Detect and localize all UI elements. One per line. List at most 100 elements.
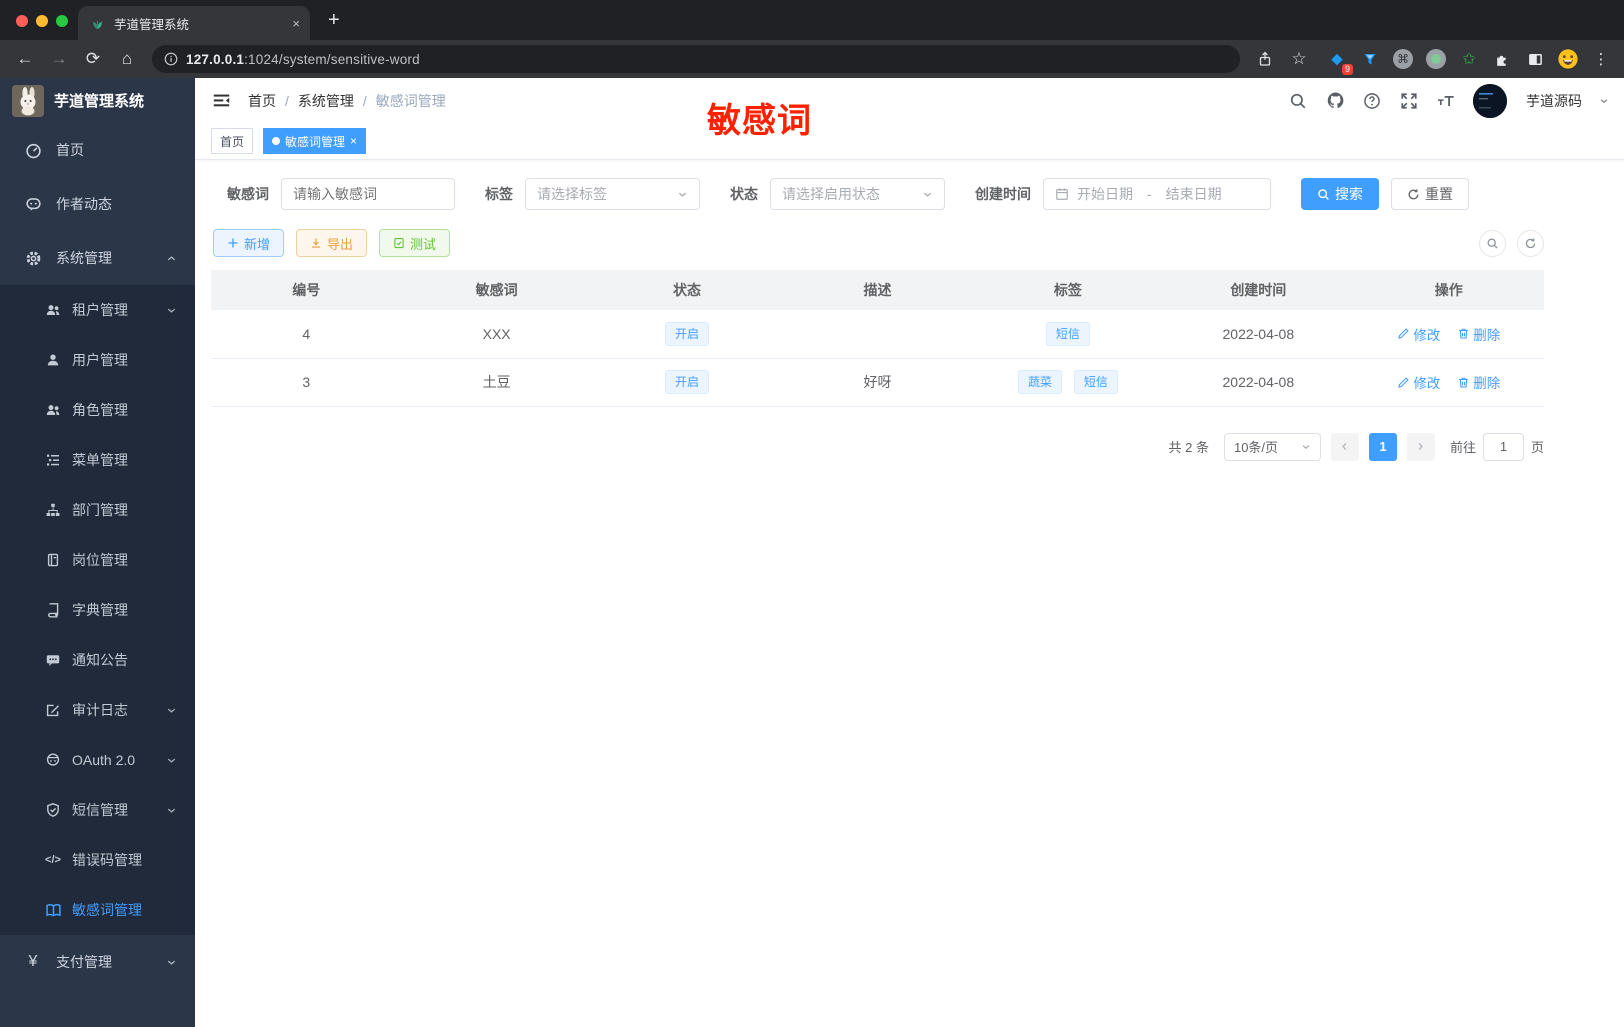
sidebar-item-sensitive-word[interactable]: 敏感词管理	[0, 885, 195, 935]
sensitive-word-table: 编号 敏感词 状态 描述 标签 创建时间 操作 4 XXX 开启 短信 2022…	[211, 270, 1544, 407]
test-button[interactable]: 测试	[379, 229, 451, 257]
edit-link[interactable]: 修改	[1397, 324, 1440, 344]
site-info-icon[interactable]	[164, 52, 178, 66]
bookmark-star-icon[interactable]: ☆	[1284, 45, 1314, 73]
pagination: 共 2 条 10条/页 1 前往 1 页	[211, 432, 1544, 461]
home-icon[interactable]: ⌂	[112, 45, 142, 73]
ext-funnel-icon[interactable]	[1357, 46, 1383, 72]
sidebar-item-dept[interactable]: 部门管理	[0, 485, 195, 535]
close-window-button[interactable]	[16, 15, 28, 27]
sidebar-item-label: 用户管理	[72, 352, 128, 368]
back-icon[interactable]: ←	[10, 45, 40, 73]
edit-link[interactable]: 修改	[1397, 372, 1440, 392]
breadcrumb-home[interactable]: 首页	[248, 91, 276, 111]
tag-select[interactable]: 请选择标签	[525, 178, 700, 210]
chevron-down-icon	[166, 805, 177, 816]
cell-create-time: 2022-04-08	[1163, 358, 1354, 407]
add-button[interactable]: 新增	[213, 229, 285, 257]
goto-page-input[interactable]	[1482, 432, 1524, 461]
search-button[interactable]: 搜索	[1301, 178, 1379, 210]
sidebar-item-oauth[interactable]: OAuth 2.0	[0, 735, 195, 785]
prev-page-button[interactable]	[1330, 432, 1359, 461]
collapse-sidebar-icon[interactable]	[210, 90, 232, 112]
ext-star-icon[interactable]: ✩	[1456, 46, 1482, 72]
minimize-window-button[interactable]	[36, 15, 48, 27]
sidebar-logo[interactable]: 芋道管理系统	[0, 78, 195, 123]
sidebar-item-author-news[interactable]: 作者动态	[0, 177, 195, 231]
sidebar-item-system[interactable]: 系统管理	[0, 231, 195, 285]
sidebar-item-label: 短信管理	[72, 802, 128, 818]
chevron-down-icon	[166, 957, 177, 968]
fullscreen-icon[interactable]	[1399, 91, 1419, 111]
sidebar-item-audit-log[interactable]: 审计日志	[0, 685, 195, 735]
ext-emoji-avatar-icon[interactable]	[1555, 46, 1581, 72]
col-description: 描述	[782, 270, 973, 310]
sidebar-item-notice[interactable]: 通知公告	[0, 635, 195, 685]
reset-button[interactable]: 重置	[1391, 178, 1469, 210]
ext-sidepanel-icon[interactable]	[1522, 46, 1548, 72]
username-text[interactable]: 芋道源码	[1526, 91, 1582, 111]
keyword-input[interactable]	[281, 178, 455, 210]
sidebar-item-post[interactable]: 岗位管理	[0, 535, 195, 585]
delete-link[interactable]: 删除	[1457, 324, 1500, 344]
ext-puzzle-icon[interactable]	[1489, 46, 1515, 72]
sidebar-item-label: 岗位管理	[72, 552, 128, 568]
new-tab-button[interactable]: +	[328, 6, 340, 34]
chevron-down-icon[interactable]	[1599, 96, 1609, 106]
notice-icon	[44, 651, 62, 669]
sidebar-item-label: 部门管理	[72, 502, 128, 518]
sidebar-item-user[interactable]: 用户管理	[0, 335, 195, 385]
search-icon[interactable]	[1288, 91, 1308, 111]
breadcrumb-current: 敏感词管理	[375, 92, 446, 109]
sidebar-item-label: 菜单管理	[72, 452, 128, 468]
tab-sensitive-word[interactable]: 敏感词管理 ×	[263, 128, 367, 154]
sidebar-item-errcode[interactable]: </> 错误码管理	[0, 835, 195, 885]
maximize-window-button[interactable]	[56, 15, 68, 27]
refresh-search-icon[interactable]	[1479, 229, 1506, 257]
sidebar-item-home[interactable]: 首页	[0, 123, 195, 177]
browser-tab[interactable]: 芋道管理系统 ×	[78, 6, 310, 40]
delete-link[interactable]: 删除	[1457, 372, 1500, 392]
reload-icon[interactable]: ⟳	[78, 45, 108, 73]
breadcrumb-system[interactable]: 系统管理	[298, 91, 354, 111]
sidebar-item-dict[interactable]: 字典管理	[0, 585, 195, 635]
tag-badge: 短信	[1073, 370, 1118, 394]
active-dot	[272, 137, 281, 145]
page-number-button[interactable]: 1	[1368, 432, 1397, 461]
dict-icon	[44, 601, 62, 619]
col-tags: 标签	[972, 270, 1164, 310]
help-icon[interactable]	[1362, 91, 1382, 111]
sidebar-item-tenant[interactable]: 租户管理	[0, 285, 195, 335]
date-separator: -	[1147, 186, 1152, 202]
ext-diamond-icon[interactable]: ◆ 9	[1324, 46, 1353, 75]
total-count: 共 2 条	[1168, 440, 1209, 455]
close-tab-icon[interactable]: ×	[292, 16, 300, 31]
github-icon[interactable]	[1325, 91, 1345, 111]
status-select[interactable]: 请选择启用状态	[770, 178, 945, 210]
page-unit-label: 页	[1530, 440, 1544, 455]
sidebar-item-pay[interactable]: ¥ 支付管理	[0, 935, 195, 989]
refresh-table-icon[interactable]	[1517, 229, 1544, 257]
table-toolbar: 新增 导出 测试	[211, 229, 1544, 257]
cell-tags: 短信	[972, 310, 1164, 359]
next-page-button[interactable]	[1406, 432, 1435, 461]
sidebar-item-menu[interactable]: 菜单管理	[0, 435, 195, 485]
user-avatar[interactable]	[1473, 83, 1507, 118]
sidebar-item-role[interactable]: 角色管理	[0, 385, 195, 435]
share-icon[interactable]	[1250, 45, 1280, 73]
ext-record-icon[interactable]	[1423, 46, 1449, 72]
sidebar-item-sms[interactable]: 短信管理	[0, 785, 195, 835]
close-tab-icon[interactable]: ×	[350, 134, 357, 148]
address-bar[interactable]: 127.0.0.1:1024/system/sensitive-word	[152, 45, 1240, 73]
forward-icon[interactable]: →	[44, 45, 74, 73]
ext-command-icon[interactable]: ⌘	[1390, 46, 1416, 72]
font-size-icon[interactable]	[1436, 91, 1456, 111]
record-circle	[1426, 49, 1446, 69]
sms-shield-icon	[44, 801, 62, 819]
page-size-select[interactable]: 10条/页	[1223, 432, 1321, 461]
date-range-picker[interactable]: 开始日期 - 结束日期	[1043, 178, 1271, 210]
export-button[interactable]: 导出	[296, 229, 368, 257]
col-word: 敏感词	[401, 270, 592, 310]
tab-home[interactable]: 首页	[211, 128, 254, 154]
browser-menu-icon[interactable]: ⋮	[1588, 46, 1614, 72]
